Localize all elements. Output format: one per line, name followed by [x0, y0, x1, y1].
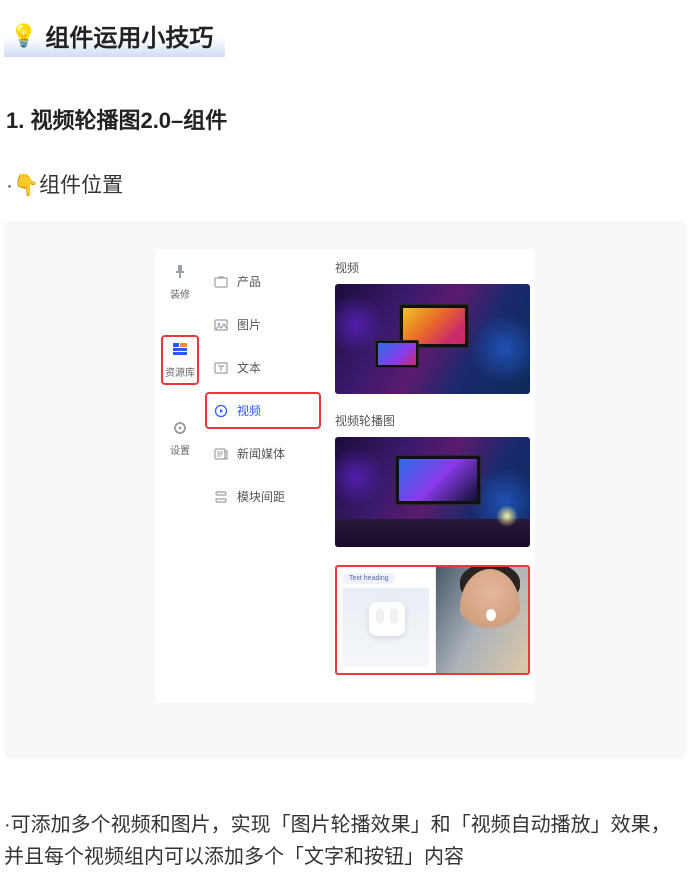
- page-title-block: 💡 组件运用小技巧: [4, 8, 225, 57]
- cat-item-spacing[interactable]: 模块间距: [205, 478, 321, 515]
- text-heading-pill: Text heading: [343, 573, 395, 584]
- decorate-icon: [171, 263, 189, 281]
- gear-icon: [171, 419, 189, 437]
- earbud-image: [343, 588, 429, 667]
- preview-group-title-video: 视频: [335, 259, 525, 276]
- news-icon: [213, 446, 229, 462]
- cat-item-news[interactable]: 新闻媒体: [205, 435, 321, 472]
- lightbulb-icon: 💡: [10, 23, 37, 49]
- preview-column: 视频 视频轮播图 Text heading: [325, 249, 535, 703]
- editor-panel: 装修 资源库 设置 产品: [155, 249, 535, 703]
- rail-label: 装修: [170, 286, 190, 301]
- cat-label: 视频: [237, 402, 261, 419]
- category-list: 产品 图片 文本 视频: [205, 249, 325, 703]
- cat-label: 图片: [237, 316, 261, 333]
- point-down-icon: 👇: [13, 174, 39, 197]
- cat-label: 文本: [237, 359, 261, 376]
- preview-card-carousel-2[interactable]: Text heading: [335, 565, 530, 675]
- rail-label: 设置: [170, 442, 190, 457]
- rail-item-library[interactable]: 资源库: [161, 335, 199, 385]
- rail-item-settings[interactable]: 设置: [168, 413, 192, 463]
- text-icon: [213, 360, 229, 376]
- body-paragraph: ·可添加多个视频和图片，实现「图片轮播效果」和「视频自动播放」效果，并且每个视频…: [4, 809, 686, 873]
- cat-item-product[interactable]: 产品: [205, 263, 321, 300]
- library-icon: [171, 341, 189, 359]
- page-title: 组件运用小技巧: [45, 18, 213, 53]
- cat-label: 产品: [237, 273, 261, 290]
- preview-card-carousel-1[interactable]: [335, 437, 530, 547]
- rail-label: 资源库: [165, 364, 195, 379]
- spacing-icon: [213, 489, 229, 505]
- product-icon: [213, 274, 229, 290]
- cat-label: 模块间距: [237, 488, 285, 505]
- section-heading: 1. 视频轮播图2.0–组件: [6, 103, 690, 135]
- video-icon: [213, 403, 229, 419]
- left-rail: 装修 资源库 设置: [155, 249, 205, 703]
- figure-container: 装修 资源库 设置 产品: [4, 221, 686, 759]
- cat-item-text[interactable]: 文本: [205, 349, 321, 386]
- preview-group-title-carousel: 视频轮播图: [335, 412, 525, 429]
- rail-item-decorate[interactable]: 装修: [168, 257, 192, 307]
- cat-item-video[interactable]: 视频: [205, 392, 321, 429]
- image-icon: [213, 317, 229, 333]
- component-location-line: ·👇组件位置: [6, 169, 690, 199]
- component-location-label: 组件位置: [39, 174, 123, 197]
- cat-label: 新闻媒体: [237, 445, 285, 462]
- cat-item-image[interactable]: 图片: [205, 306, 321, 343]
- person-image: [436, 567, 528, 673]
- preview-card-video[interactable]: [335, 284, 530, 394]
